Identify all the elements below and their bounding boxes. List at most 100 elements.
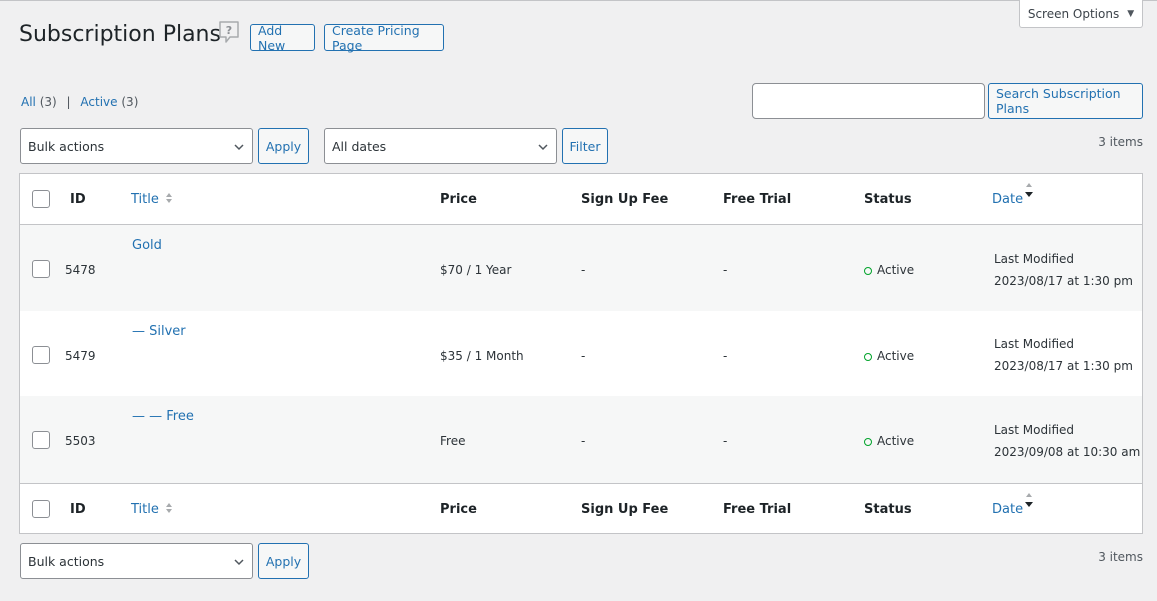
items-count-bottom: 3 items (1098, 550, 1143, 564)
bulk-actions-select[interactable]: Bulk actions (20, 128, 253, 164)
select-all-checkbox-footer[interactable] (32, 500, 50, 518)
column-price: Price (440, 192, 477, 207)
date-value: 2023/08/17 at 1:30 pm (994, 274, 1133, 288)
bulk-actions-value: Bulk actions (28, 138, 105, 154)
plan-price: Free (440, 434, 466, 448)
plan-free-trial: - (723, 434, 728, 448)
column-id: ID (70, 192, 86, 207)
view-active-label: Active (80, 95, 118, 109)
view-active-link[interactable]: Active (80, 95, 117, 109)
column-title-label: Title (131, 502, 159, 517)
help-icon[interactable]: ? (218, 20, 240, 44)
plan-price: $35 / 1 Month (440, 349, 524, 363)
top-divider (0, 0, 1157, 1)
column-free-trial: Free Trial (723, 502, 792, 517)
plan-id: 5503 (65, 434, 96, 448)
views-filter: All (3) | Active (3) (21, 95, 138, 109)
search-input[interactable] (752, 83, 985, 119)
status-label: Active (877, 434, 915, 448)
apply-label: Apply (265, 138, 302, 154)
dates-value: All dates (332, 138, 387, 154)
view-all-link[interactable]: All (21, 95, 36, 109)
row-checkbox[interactable] (32, 346, 50, 364)
sort-desc-icon (1025, 183, 1033, 197)
plan-signup-fee: - (581, 434, 586, 448)
plan-id: 5478 (65, 263, 96, 277)
table-row: 5503 — — Free Free - - Active Last Modif… (20, 396, 1142, 483)
status-circle-icon (864, 438, 872, 446)
date-label: Last Modified (994, 423, 1075, 437)
dates-select[interactable]: All dates (324, 128, 557, 164)
row-checkbox[interactable] (32, 431, 50, 449)
plan-signup-fee: - (581, 349, 586, 363)
plan-id: 5479 (65, 349, 96, 363)
sort-desc-icon (1025, 493, 1033, 507)
status-label: Active (877, 263, 915, 277)
items-count: 3 items (1098, 135, 1143, 149)
table-header: ID Title Price Sign Up Fee Free Trial St… (20, 174, 1142, 225)
plan-title-link[interactable]: — Silver (132, 324, 186, 339)
plan-signup-fee: - (581, 263, 586, 277)
bulk-actions-select-bottom[interactable]: Bulk actions (20, 543, 253, 579)
plan-free-trial: - (723, 263, 728, 277)
status-circle-icon (864, 267, 872, 275)
column-date-label: Date (992, 502, 1024, 517)
plan-status: Active (864, 434, 914, 448)
column-date[interactable]: Date (992, 502, 1023, 517)
column-date-label: Date (992, 192, 1024, 207)
plan-status: Active (864, 263, 914, 277)
row-checkbox[interactable] (32, 260, 50, 278)
apply-label: Apply (265, 553, 302, 569)
column-status: Status (864, 192, 912, 207)
date-label: Last Modified (994, 337, 1075, 351)
apply-button-bottom[interactable]: Apply (258, 543, 309, 579)
filter-button[interactable]: Filter (562, 128, 608, 164)
column-title[interactable]: Title (131, 502, 173, 517)
chevron-down-icon (234, 559, 244, 566)
search-button-label: Search Subscription Plans (996, 86, 1121, 116)
bulk-actions-value: Bulk actions (28, 553, 105, 569)
view-all-label: All (21, 95, 36, 109)
sort-icon (166, 193, 173, 203)
subscription-plans-table: ID Title Price Sign Up Fee Free Trial St… (19, 173, 1143, 534)
plan-price: $70 / 1 Year (440, 263, 512, 277)
add-new-button[interactable]: Add New (250, 22, 315, 53)
plan-title-link[interactable]: — — Free (132, 409, 194, 424)
add-new-label: Add New (258, 22, 286, 53)
date-label: Last Modified (994, 252, 1075, 266)
column-signup-fee: Sign Up Fee (581, 502, 669, 517)
sort-icon (166, 503, 173, 513)
chevron-down-icon (234, 144, 244, 151)
plan-status: Active (864, 349, 914, 363)
views-separator: | (66, 95, 71, 109)
search-subscription-plans-button[interactable]: Search Subscription Plans (988, 83, 1143, 119)
status-label: Active (877, 349, 915, 363)
column-free-trial: Free Trial (723, 192, 792, 207)
screen-options-label: Screen Options (1027, 6, 1120, 21)
view-active-count: (3) (121, 95, 139, 109)
date-value: 2023/09/08 at 10:30 am (994, 445, 1141, 459)
column-title-label: Title (131, 192, 159, 207)
column-id: ID (70, 502, 86, 517)
create-pricing-page-label: Create Pricing Page (332, 22, 420, 53)
apply-button[interactable]: Apply (258, 128, 309, 164)
view-all-count: (3) (39, 95, 57, 109)
filter-label: Filter (569, 138, 601, 154)
chevron-down-icon (538, 144, 548, 151)
create-pricing-page-button[interactable]: Create Pricing Page (324, 22, 444, 53)
svg-text:?: ? (226, 24, 232, 37)
column-status: Status (864, 502, 912, 517)
plan-title-link[interactable]: Gold (132, 238, 162, 253)
column-title[interactable]: Title (131, 192, 173, 207)
table-row: 5478 Gold $70 / 1 Year - - Active Last M… (20, 225, 1142, 311)
column-date[interactable]: Date (992, 192, 1023, 207)
plan-free-trial: - (723, 349, 728, 363)
table-row: 5479 — Silver $35 / 1 Month - - Active L… (20, 311, 1142, 396)
table-footer: ID Title Price Sign Up Fee Free Trial St… (20, 483, 1142, 533)
select-all-checkbox[interactable] (32, 190, 50, 208)
status-circle-icon (864, 353, 872, 361)
column-signup-fee: Sign Up Fee (581, 192, 669, 207)
screen-options-button[interactable]: Screen Options ▼ (1019, 0, 1143, 28)
column-price: Price (440, 502, 477, 517)
date-value: 2023/08/17 at 1:30 pm (994, 359, 1133, 373)
